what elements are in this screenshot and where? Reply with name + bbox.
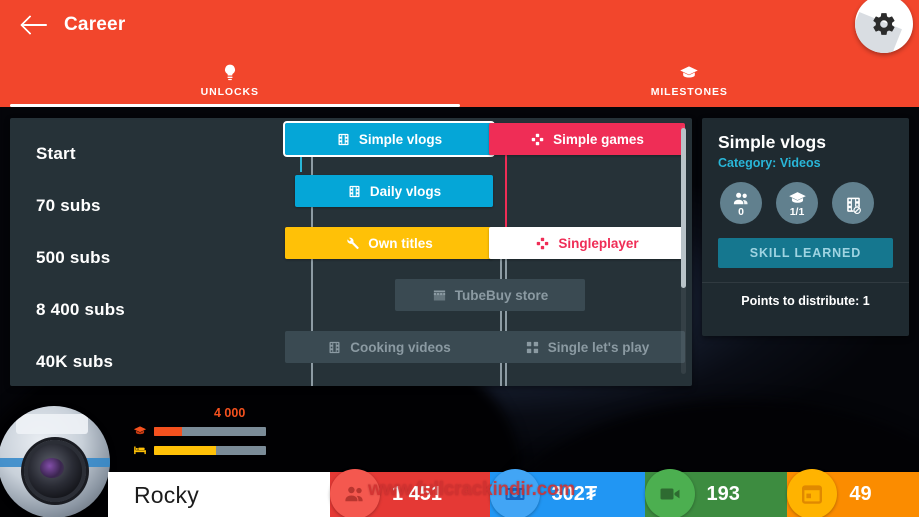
detail-stat-value: 0 bbox=[738, 206, 744, 218]
app-bar: Career bbox=[0, 0, 919, 49]
app-header: Career UNLOCKS MILESTONES bbox=[0, 0, 919, 107]
stat-videos[interactable]: 193 bbox=[644, 469, 788, 517]
skill-node-daily-vlogs[interactable]: Daily vlogs bbox=[295, 175, 493, 207]
detail-category: Category: Videos bbox=[718, 156, 821, 170]
skill-node-simple-games[interactable]: Simple games bbox=[489, 123, 685, 155]
store-icon bbox=[433, 290, 445, 300]
wrench-icon bbox=[347, 237, 359, 249]
connector-single-down bbox=[505, 258, 507, 386]
stat-bubble bbox=[330, 469, 380, 517]
stat-bubble bbox=[489, 469, 540, 517]
tab-bar: UNLOCKS MILESTONES bbox=[0, 49, 919, 107]
progress-bar-energy bbox=[132, 443, 272, 457]
skill-node-cooking-videos[interactable]: Cooking videos bbox=[285, 331, 493, 363]
skill-node-single-lets-play[interactable]: Single let's play bbox=[489, 331, 685, 363]
film-strip-icon bbox=[338, 133, 349, 145]
detail-stat-subscribers: 0 bbox=[720, 182, 762, 224]
skill-node-label: Single let's play bbox=[547, 339, 650, 355]
player-name: Rocky bbox=[134, 482, 199, 508]
people-icon bbox=[345, 486, 363, 502]
skill-node-label: TubeBuy store bbox=[454, 287, 549, 303]
skill-tree-canvas: Simple vlogs Simple games Daily vlogs Ow… bbox=[275, 118, 692, 386]
tier-label-column: Start 70 subs 500 subs 8 400 subs 40K su… bbox=[10, 118, 280, 386]
tier-label-500: 500 subs bbox=[36, 248, 111, 267]
stats-bar: 1 451 302₮ 193 49 bbox=[330, 469, 919, 517]
tier-label-8400: 8 400 subs bbox=[36, 300, 125, 319]
tier-label-40k: 40K subs bbox=[36, 352, 114, 371]
progress-track bbox=[154, 445, 266, 455]
avatar-camera-top bbox=[16, 414, 88, 434]
detail-stat-video-locked bbox=[832, 182, 874, 224]
stat-value: 1 451 bbox=[392, 483, 443, 505]
film-strip-icon bbox=[349, 185, 360, 197]
tab-unlocks-label: UNLOCKS bbox=[200, 85, 259, 98]
detail-stats-row: 0 1/1 bbox=[720, 182, 874, 224]
skill-node-singleplayer[interactable]: Singleplayer bbox=[489, 227, 685, 259]
stat-bubble bbox=[787, 469, 838, 517]
progress-fill bbox=[154, 445, 216, 455]
gamepad-dpad-icon bbox=[537, 237, 549, 249]
skill-node-simple-vlogs[interactable]: Simple vlogs bbox=[283, 121, 495, 157]
stat-value: 302₮ bbox=[551, 483, 598, 505]
video-camera-icon bbox=[660, 488, 680, 500]
stat-days[interactable]: 49 bbox=[787, 469, 919, 517]
skill-detail-panel: Simple vlogs Category: Videos 0 1/1 SKIL… bbox=[702, 118, 909, 336]
detail-stat-skill-level: 1/1 bbox=[776, 182, 818, 224]
panel-divider bbox=[702, 282, 909, 283]
tier-label-start: Start bbox=[36, 144, 76, 163]
skill-node-label: Cooking videos bbox=[350, 339, 451, 355]
detail-stat-value: 1/1 bbox=[789, 206, 805, 218]
xp-amount-label: 4 000 bbox=[214, 406, 246, 420]
progress-fill bbox=[154, 426, 182, 436]
graduation-cap-icon bbox=[680, 65, 698, 77]
player-progress-bars: 4 000 bbox=[132, 406, 272, 462]
skill-node-label: Simple games bbox=[553, 131, 644, 147]
progress-bar-experience bbox=[132, 424, 272, 438]
skill-node-label: Own titles bbox=[368, 235, 433, 251]
film-strip-blocked-icon bbox=[846, 197, 861, 215]
tab-milestones-label: MILESTONES bbox=[650, 85, 728, 98]
grid-squares-icon bbox=[526, 341, 538, 353]
detail-title: Simple vlogs bbox=[718, 132, 826, 152]
stat-value: 193 bbox=[706, 483, 740, 505]
skill-node-own-titles[interactable]: Own titles bbox=[285, 227, 493, 259]
lightbulb-icon bbox=[224, 64, 235, 80]
tree-scrollbar-thumb[interactable] bbox=[681, 128, 686, 288]
stat-bubble bbox=[644, 469, 695, 517]
connector-vlogs-daily bbox=[300, 154, 302, 172]
film-strip-icon bbox=[329, 341, 340, 353]
money-icon bbox=[505, 488, 524, 500]
gamepad-dpad-icon bbox=[531, 133, 544, 145]
back-arrow-icon[interactable] bbox=[22, 14, 48, 36]
stat-subscribers[interactable]: 1 451 bbox=[330, 469, 490, 517]
tab-milestones[interactable]: MILESTONES bbox=[460, 49, 919, 107]
connector-single-down-2 bbox=[500, 258, 502, 386]
skill-node-label: Singleplayer bbox=[558, 235, 639, 251]
bed-icon bbox=[134, 446, 146, 455]
skill-tree-panel: Start 70 subs 500 subs 8 400 subs 40K su… bbox=[10, 118, 692, 386]
avatar[interactable] bbox=[0, 406, 110, 517]
stat-value: 49 bbox=[849, 483, 872, 505]
skill-node-label: Simple vlogs bbox=[358, 131, 443, 147]
game-screen: Career UNLOCKS MILESTONES Start 70 subs … bbox=[0, 0, 919, 517]
page-title: Career bbox=[64, 13, 126, 35]
tab-active-indicator bbox=[10, 104, 460, 107]
skill-learned-button[interactable]: SKILL LEARNED bbox=[718, 238, 893, 268]
avatar-camera-lens bbox=[24, 440, 86, 502]
calendar-icon bbox=[802, 485, 823, 504]
tier-label-70: 70 subs bbox=[36, 196, 101, 215]
skill-node-tubebuy-store[interactable]: TubeBuy store bbox=[395, 279, 585, 311]
skill-node-label: Daily vlogs bbox=[369, 183, 442, 199]
tab-unlocks[interactable]: UNLOCKS bbox=[0, 49, 460, 107]
graduation-cap-icon bbox=[133, 426, 147, 435]
stat-money[interactable]: 302₮ bbox=[489, 469, 645, 517]
points-to-distribute: Points to distribute: 1 bbox=[741, 294, 870, 308]
progress-track bbox=[154, 426, 266, 436]
gear-icon bbox=[873, 13, 895, 35]
